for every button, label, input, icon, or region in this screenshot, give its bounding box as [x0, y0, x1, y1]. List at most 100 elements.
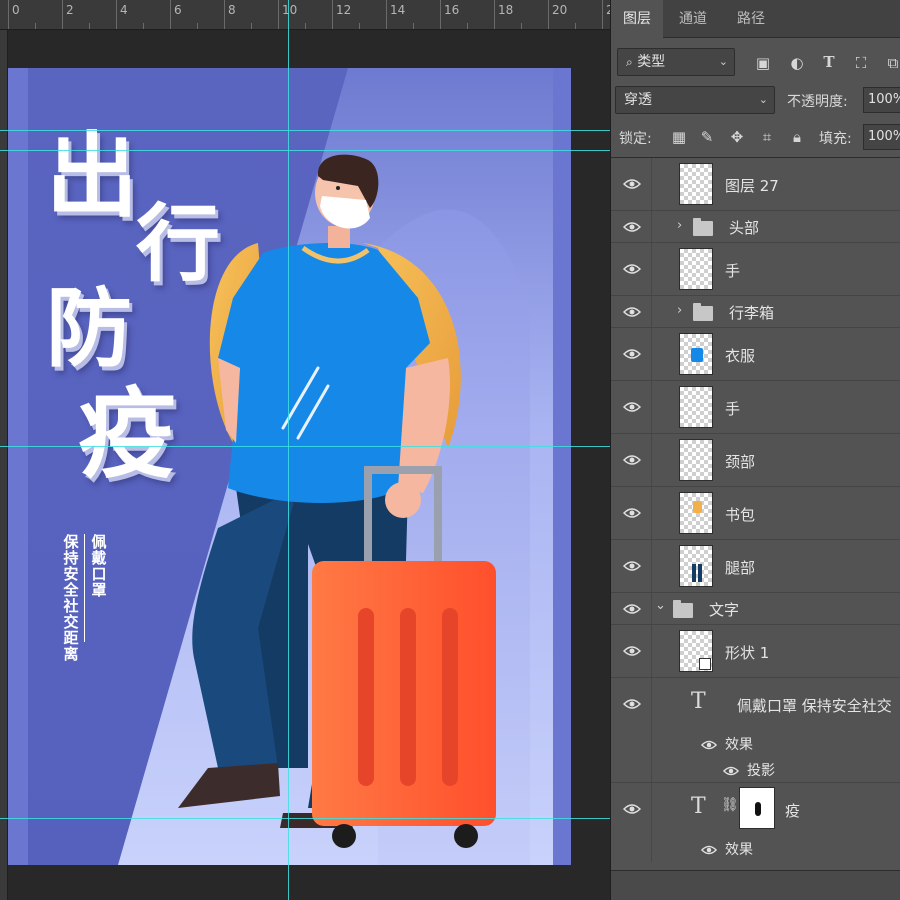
shape-filter-icon[interactable]: ⛶ — [851, 54, 871, 72]
eye-icon[interactable] — [623, 603, 641, 615]
layer-thumbnail — [679, 630, 713, 672]
opacity-input[interactable]: 100% — [863, 87, 900, 113]
tab-paths[interactable]: 路径 — [725, 0, 777, 38]
eye-icon[interactable] — [623, 221, 641, 233]
tab-channels[interactable]: 通道 — [667, 0, 719, 38]
folder-icon — [693, 218, 713, 236]
eye-icon[interactable] — [623, 178, 641, 190]
layer-row[interactable]: 手 — [611, 381, 900, 434]
layer-name: 行李箱 — [729, 304, 775, 322]
lock-all-icon[interactable]: 🔒︎ — [787, 128, 807, 146]
eye-icon[interactable] — [623, 803, 641, 815]
ruler-tick-label: 20 — [552, 3, 568, 17]
ruler-tick-label: 6 — [174, 3, 182, 17]
eye-icon[interactable] — [623, 560, 641, 572]
guide-horizontal[interactable] — [0, 150, 610, 151]
layer-row[interactable]: 图层 27 — [611, 158, 900, 211]
eye-icon[interactable] — [623, 454, 641, 466]
chevron-right-icon[interactable]: › — [677, 218, 682, 233]
effects-row[interactable]: 效果 — [611, 836, 900, 862]
poster-artwork: 出 行 防 疫 佩戴口罩 保持安全社交距离 — [8, 68, 571, 865]
filter-kind-value: 类型 — [637, 54, 666, 70]
type-layer-icon: T — [691, 689, 706, 714]
eye-icon[interactable] — [623, 348, 641, 360]
layer-thumbnail — [679, 439, 713, 481]
layer-row[interactable]: 衣服 — [611, 328, 900, 381]
slogan-line-1: 佩戴口罩 — [89, 534, 108, 598]
lock-artboard-icon[interactable]: ⌗ — [757, 128, 777, 146]
layer-thumbnail — [679, 386, 713, 428]
filter-kind-dropdown[interactable]: ⌕ 类型 ⌄ — [617, 48, 735, 76]
eye-icon[interactable] — [623, 507, 641, 519]
link-icon[interactable]: ⛓ — [721, 797, 739, 813]
eye-icon[interactable] — [701, 739, 717, 751]
suitcase-handle — [364, 466, 442, 474]
blend-row: 穿透 ⌄ 不透明度: 100% — [611, 84, 900, 120]
adjustment-filter-icon[interactable]: ◐ — [787, 54, 807, 72]
layer-name: 颈部 — [725, 453, 756, 471]
layer-name: 手 — [725, 262, 741, 280]
type-layer-icon: T — [691, 794, 706, 819]
layer-name: 疫 — [785, 802, 801, 820]
vertical-ruler[interactable] — [0, 30, 8, 900]
title-char-chu: 出 — [46, 122, 139, 230]
layer-group-row[interactable]: ⌄ 文字 — [611, 593, 900, 625]
effects-label: 效果 — [725, 842, 753, 858]
blend-mode-value: 穿透 — [624, 92, 652, 108]
eye-icon[interactable] — [623, 698, 641, 710]
layer-filter-row: ⌕ 类型 ⌄ ▣ ◐ T ⛶ ⧉ — [611, 44, 900, 80]
layer-name: 头部 — [729, 219, 760, 237]
ruler-tick-label: 16 — [444, 3, 460, 17]
eye-icon[interactable] — [623, 263, 641, 275]
lock-brush-icon[interactable]: ✎ — [697, 128, 717, 146]
chevron-down-icon[interactable]: ⌄ — [655, 598, 666, 613]
ruler-tick-label: 10 — [282, 3, 298, 17]
layer-name: 书包 — [725, 506, 756, 524]
image-filter-icon[interactable]: ▣ — [753, 54, 773, 72]
layer-row[interactable]: 书包 — [611, 487, 900, 540]
layer-group-row[interactable]: › 行李箱 — [611, 296, 900, 328]
effect-item-row[interactable]: 投影 — [611, 757, 900, 783]
type-filter-icon[interactable]: T — [819, 53, 839, 71]
lock-transparent-icon[interactable]: ▦ — [669, 128, 689, 146]
eye-icon[interactable] — [701, 844, 717, 856]
guide-horizontal[interactable] — [0, 818, 610, 819]
ruler-tick-label: 2 — [66, 3, 74, 17]
search-icon: ⌕ — [626, 55, 633, 69]
guide-horizontal[interactable] — [0, 446, 610, 447]
chevron-right-icon[interactable]: › — [677, 303, 682, 318]
lock-move-icon[interactable]: ✥ — [727, 128, 747, 146]
opacity-label: 不透明度: — [787, 94, 848, 110]
blend-mode-dropdown[interactable]: 穿透 ⌄ — [615, 86, 775, 114]
horizontal-ruler[interactable]: 0 2 4 6 8 10 12 14 16 18 20 22 — [0, 0, 610, 30]
layer-row[interactable]: 手 — [611, 243, 900, 296]
effects-row[interactable]: 效果 — [611, 731, 900, 757]
chevron-down-icon: ⌄ — [758, 93, 768, 106]
layer-row[interactable]: 颈部 — [611, 434, 900, 487]
text-layer-row[interactable]: T ⛓ 疫 — [611, 783, 900, 836]
lock-label: 锁定: — [619, 131, 652, 147]
slogan-line-2: 保持安全社交距离 — [61, 534, 80, 662]
eye-icon[interactable] — [623, 306, 641, 318]
layer-list: 图层 27 › 头部 手 › 行李箱 衣服 手 颈部 书包 腿部 ⌄ 文字 形状… — [611, 157, 900, 900]
layer-row[interactable]: 腿部 — [611, 540, 900, 593]
fill-input[interactable]: 100% — [863, 124, 900, 150]
eye-icon[interactable] — [723, 765, 739, 777]
layer-name: 文字 — [709, 601, 740, 619]
layer-row[interactable]: 形状 1 — [611, 625, 900, 678]
eye-icon[interactable] — [623, 401, 641, 413]
layer-name: 衣服 — [725, 347, 756, 365]
eye-icon[interactable] — [623, 645, 641, 657]
document-canvas[interactable]: 出 行 防 疫 佩戴口罩 保持安全社交距离 — [8, 30, 610, 900]
guide-vertical[interactable] — [288, 0, 289, 900]
layer-thumbnail — [679, 163, 713, 205]
smart-object-filter-icon[interactable]: ⧉ — [883, 54, 900, 72]
layer-name: 形状 1 — [725, 644, 770, 662]
fill-label: 填充: — [819, 131, 852, 147]
layer-name: 图层 27 — [725, 177, 779, 195]
text-layer-row[interactable]: T 佩戴口罩 保持安全社交 — [611, 678, 900, 731]
tab-layers[interactable]: 图层 — [611, 0, 663, 38]
guide-horizontal[interactable] — [0, 130, 610, 131]
layer-group-row[interactable]: › 头部 — [611, 211, 900, 243]
layer-mask-thumbnail[interactable] — [739, 787, 775, 829]
